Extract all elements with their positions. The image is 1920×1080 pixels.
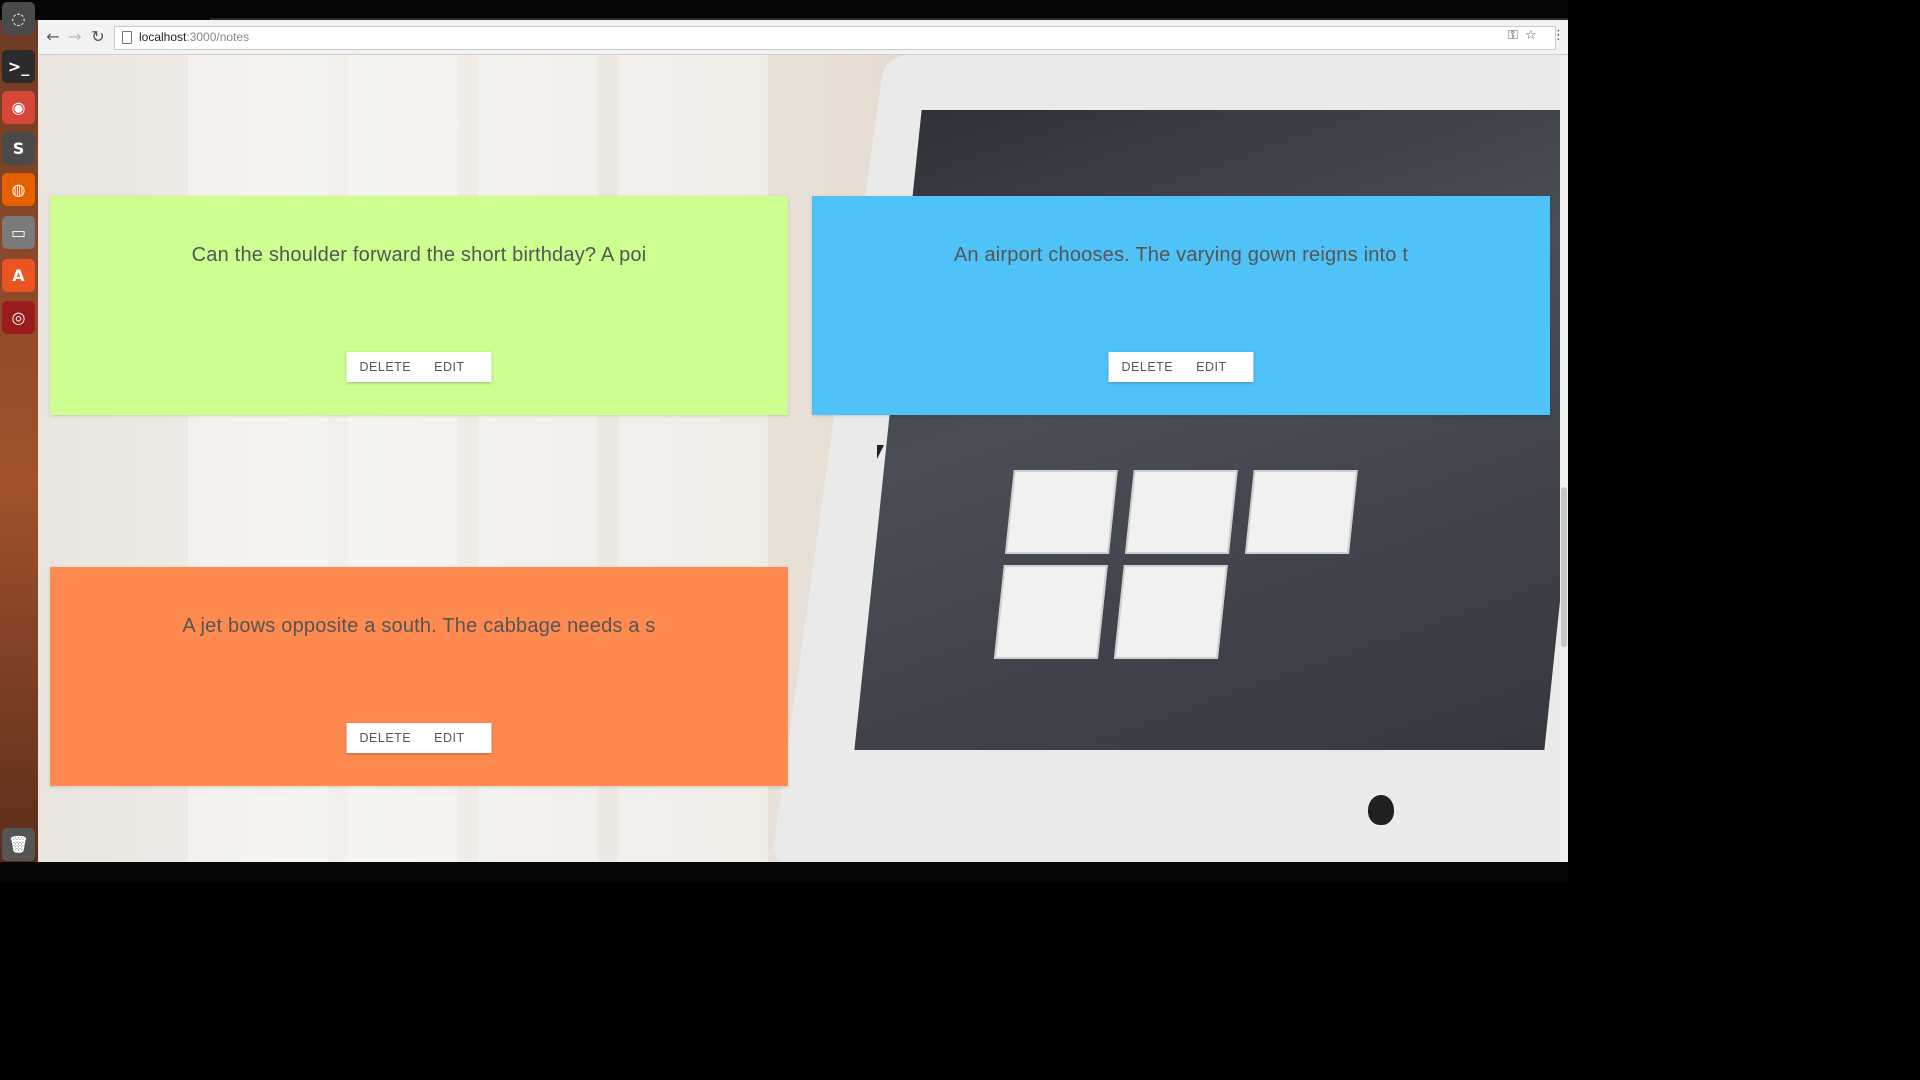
launcher-trash-icon[interactable]: 🗑 bbox=[2, 828, 35, 861]
note-card: Can the shoulder forward the short birth… bbox=[50, 196, 788, 415]
launcher-software-center-icon[interactable]: A bbox=[2, 259, 35, 292]
note-card: A jet bows opposite a south. The cabbage… bbox=[50, 567, 788, 786]
delete-button[interactable]: DELETE bbox=[360, 360, 412, 374]
mouse-cursor bbox=[877, 445, 884, 459]
note-text: An airport chooses. The varying gown rei… bbox=[953, 244, 1409, 266]
scrollbar[interactable] bbox=[1560, 55, 1568, 862]
top-panel bbox=[0, 0, 1568, 20]
background-thumb bbox=[1124, 470, 1238, 554]
launcher-firefox-icon[interactable]: ◍ bbox=[2, 173, 35, 206]
delete-button[interactable]: DELETE bbox=[360, 731, 412, 745]
star-icon[interactable]: ☆ bbox=[1525, 28, 1537, 43]
url-path: :3000/notes bbox=[186, 30, 250, 44]
launcher-files-icon[interactable]: ▭ bbox=[2, 216, 35, 249]
note-card: An airport chooses. The varying gown rei… bbox=[812, 196, 1550, 415]
address-bar[interactable]: localhost:3000/notes bbox=[114, 26, 1556, 50]
edit-button[interactable]: EDIT bbox=[434, 731, 464, 745]
delete-button[interactable]: DELETE bbox=[1122, 360, 1174, 374]
key-icon[interactable]: ⚿ bbox=[1508, 28, 1518, 43]
page-icon bbox=[122, 31, 132, 44]
note-actions: DELETE EDIT bbox=[346, 723, 492, 753]
launcher-app-icon[interactable]: ◎ bbox=[2, 301, 35, 334]
background-thumb bbox=[993, 565, 1108, 659]
edit-button[interactable]: EDIT bbox=[434, 360, 464, 374]
note-actions: DELETE EDIT bbox=[346, 352, 492, 382]
forward-icon[interactable]: → bbox=[66, 28, 84, 46]
note-text: A jet bows opposite a south. The cabbage… bbox=[182, 615, 656, 637]
background-thumb bbox=[1244, 470, 1358, 554]
reload-icon[interactable]: ↻ bbox=[89, 28, 107, 46]
background-thumb bbox=[1004, 470, 1118, 554]
kebab-menu-icon[interactable]: ⋮ bbox=[1552, 28, 1565, 43]
launcher-chrome-icon[interactable]: ◉ bbox=[2, 91, 35, 124]
scrollbar-thumb[interactable] bbox=[1561, 487, 1567, 647]
browser-toolbar: ← → ↻ localhost:3000/notes ⚿ ☆ ⋮ bbox=[38, 20, 1568, 55]
launcher-sublime-icon[interactable]: S bbox=[2, 132, 35, 165]
apple-logo-icon bbox=[1368, 795, 1394, 825]
back-icon[interactable]: ← bbox=[44, 28, 62, 46]
launcher-terminal-icon[interactable]: >_ bbox=[2, 50, 35, 83]
bottom-bar bbox=[0, 862, 1568, 882]
launcher-dash-icon[interactable]: ◌ bbox=[2, 2, 35, 35]
url-host: localhost bbox=[139, 30, 187, 44]
note-actions: DELETE EDIT bbox=[1108, 352, 1254, 382]
url-text[interactable]: localhost:3000/notes bbox=[139, 30, 249, 44]
background-thumb bbox=[1113, 565, 1228, 659]
launcher: ◌ >_ ◉ S ◍ ▭ A ◎ 🗑 bbox=[0, 2, 38, 862]
note-text: Can the shoulder forward the short birth… bbox=[191, 244, 647, 266]
edit-button[interactable]: EDIT bbox=[1196, 360, 1226, 374]
